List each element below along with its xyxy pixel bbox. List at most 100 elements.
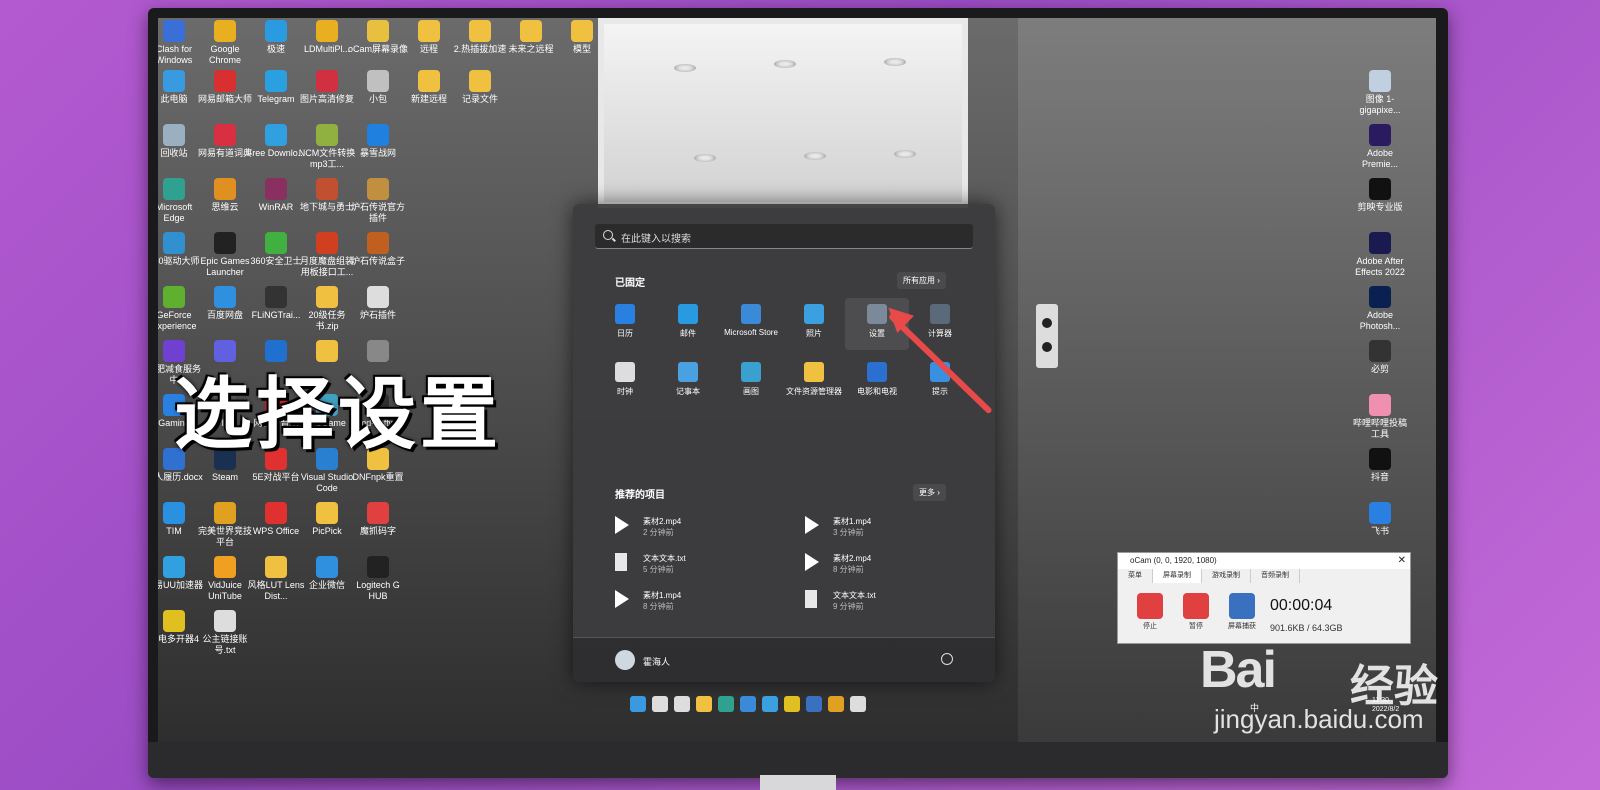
- pinned-app-label: 文件资源管理器: [786, 387, 842, 396]
- desktop-icon[interactable]: 剪映专业版: [1350, 178, 1410, 213]
- desktop-icon[interactable]: 哔哩哔哩投稿工具: [1350, 394, 1410, 440]
- app-icon: [1369, 232, 1391, 254]
- app-icon: [316, 178, 338, 200]
- desktop-icon[interactable]: 炉石传说盒子: [348, 232, 408, 267]
- ocam-tab[interactable]: 菜单: [1118, 569, 1153, 583]
- pause-button[interactable]: 暂停: [1178, 593, 1214, 631]
- pinned-app-clock[interactable]: 时钟: [593, 356, 657, 408]
- monitor-stand: [760, 775, 836, 790]
- app-icon: [367, 20, 389, 42]
- ocam-tab[interactable]: 游戏录制: [1202, 569, 1251, 583]
- desktop-icon[interactable]: 图像 1-gigapixe...: [1350, 70, 1410, 116]
- app-icon: [418, 20, 440, 42]
- ocam-button-label: 停止: [1143, 623, 1157, 630]
- desktop-icon[interactable]: 炉石传说官方插件: [348, 178, 408, 224]
- desktop-icon[interactable]: 必剪: [1350, 340, 1410, 375]
- app-icon: [316, 70, 338, 92]
- pinned-app-photos[interactable]: 照片: [782, 298, 846, 350]
- app-icon: [163, 502, 185, 524]
- movies-icon: [867, 362, 887, 382]
- pinned-app-movies[interactable]: 电影和电视: [845, 356, 909, 408]
- desktop-icon[interactable]: Logitech G HUB: [348, 556, 408, 602]
- recommended-item[interactable]: 文本文本.txt 5 分钟前: [615, 553, 765, 577]
- app-icon: [214, 232, 236, 254]
- desktop-icon[interactable]: Adobe Premie...: [1350, 124, 1410, 170]
- desktop-icon[interactable]: 抖音: [1350, 448, 1410, 483]
- recommended-name: 素材1.mp4: [643, 591, 682, 600]
- photos-icon[interactable]: [762, 696, 778, 712]
- desktop-icon[interactable]: 记录文件: [450, 70, 510, 105]
- app-icon: [265, 20, 287, 42]
- search-placeholder: 在此键入以搜索: [621, 234, 691, 245]
- pinned-app-paint[interactable]: 画图: [719, 356, 783, 408]
- desktop-icon-label: 剪映专业版: [1357, 202, 1403, 212]
- file-explorer-icon[interactable]: [696, 696, 712, 712]
- desktop-icon[interactable]: Adobe Photosh...: [1350, 286, 1410, 332]
- more-button[interactable]: 更多 ›: [913, 484, 946, 501]
- app-icon: [1369, 124, 1391, 146]
- desktop-icon[interactable]: Adobe After Effects 2022: [1350, 232, 1410, 278]
- pinned-app-notepad[interactable]: 记事本: [656, 356, 720, 408]
- app-icon[interactable]: [806, 696, 822, 712]
- recommended-name: 文本文本.txt: [833, 591, 876, 600]
- calculator-icon: [930, 304, 950, 324]
- app-icon: [265, 124, 287, 146]
- close-icon[interactable]: ✕: [1398, 553, 1406, 569]
- watermark-logo: Bai: [1200, 641, 1277, 699]
- recommended-name: 文本文本.txt: [643, 554, 686, 563]
- ocam-button-label: 暂停: [1189, 623, 1203, 630]
- recommended-time: 8 分钟前: [833, 565, 864, 574]
- pinned-app-label: Microsoft Store: [724, 328, 778, 337]
- store-icon: [741, 304, 761, 324]
- start-search-input[interactable]: 在此键入以搜索: [595, 224, 973, 249]
- app-icon: [367, 286, 389, 308]
- user-name[interactable]: 霍海人: [643, 655, 670, 668]
- desktop-icon[interactable]: 暴雪战网: [348, 124, 408, 159]
- mail-icon: [678, 304, 698, 324]
- app-icon: [163, 232, 185, 254]
- desktop-icon[interactable]: 公主链接账号.txt: [195, 610, 255, 656]
- recommended-item[interactable]: 素材2.mp4 8 分钟前: [805, 553, 955, 577]
- game-icon[interactable]: [784, 696, 800, 712]
- start-icon[interactable]: [630, 696, 646, 712]
- recommended-item[interactable]: 文本文本.txt 9 分钟前: [805, 590, 955, 614]
- recommended-item[interactable]: 素材1.mp4 8 分钟前: [615, 590, 765, 614]
- search-icon: [603, 230, 613, 240]
- notes-icon[interactable]: [850, 696, 866, 712]
- app-icon: [1369, 340, 1391, 362]
- desktop-icon-label: 暴雪战网: [359, 148, 396, 158]
- stop-button[interactable]: 停止: [1132, 593, 1168, 631]
- app-icon: [316, 20, 338, 42]
- recommended-item[interactable]: 素材2.mp4 2 分钟前: [615, 516, 765, 540]
- store-icon[interactable]: [740, 696, 756, 712]
- desktop-icon[interactable]: 飞书: [1350, 502, 1410, 537]
- taskview-icon[interactable]: [674, 696, 690, 712]
- power-icon[interactable]: [941, 653, 953, 665]
- search-icon[interactable]: [652, 696, 668, 712]
- all-apps-button[interactable]: 所有应用 ›: [897, 272, 946, 289]
- pinned-app-store[interactable]: Microsoft Store: [719, 298, 783, 350]
- screen-capture-button[interactable]: 屏幕捕获: [1224, 593, 1260, 631]
- pinned-app-label: 画图: [743, 387, 759, 396]
- elevator-button: [1036, 304, 1058, 368]
- desktop-icon-label: DNFnpk重置: [352, 472, 404, 482]
- app-icon: [214, 502, 236, 524]
- pinned-app-label: 照片: [806, 329, 822, 338]
- text-file-icon: [615, 553, 627, 571]
- pinned-app-folder[interactable]: 文件资源管理器: [782, 356, 846, 408]
- pinned-app-mail[interactable]: 邮件: [656, 298, 720, 350]
- app-icon: [367, 232, 389, 254]
- desktop-icon[interactable]: 模型: [552, 20, 612, 55]
- app-icon: [265, 232, 287, 254]
- app-icon: [265, 70, 287, 92]
- desktop-icon[interactable]: 炉石插件: [348, 286, 408, 321]
- desktop-icon[interactable]: 魔抓码字: [348, 502, 408, 537]
- text-file-icon: [805, 590, 817, 608]
- recommended-item[interactable]: 素材1.mp4 3 分钟前: [805, 516, 955, 540]
- pinned-app-calendar[interactable]: 日历: [593, 298, 657, 350]
- ocam-tab[interactable]: 屏幕录制: [1153, 569, 1202, 583]
- ocam-tab[interactable]: 音频录制: [1251, 569, 1300, 583]
- avatar[interactable]: [615, 650, 635, 670]
- edge-icon[interactable]: [718, 696, 734, 712]
- chrome-icon[interactable]: [828, 696, 844, 712]
